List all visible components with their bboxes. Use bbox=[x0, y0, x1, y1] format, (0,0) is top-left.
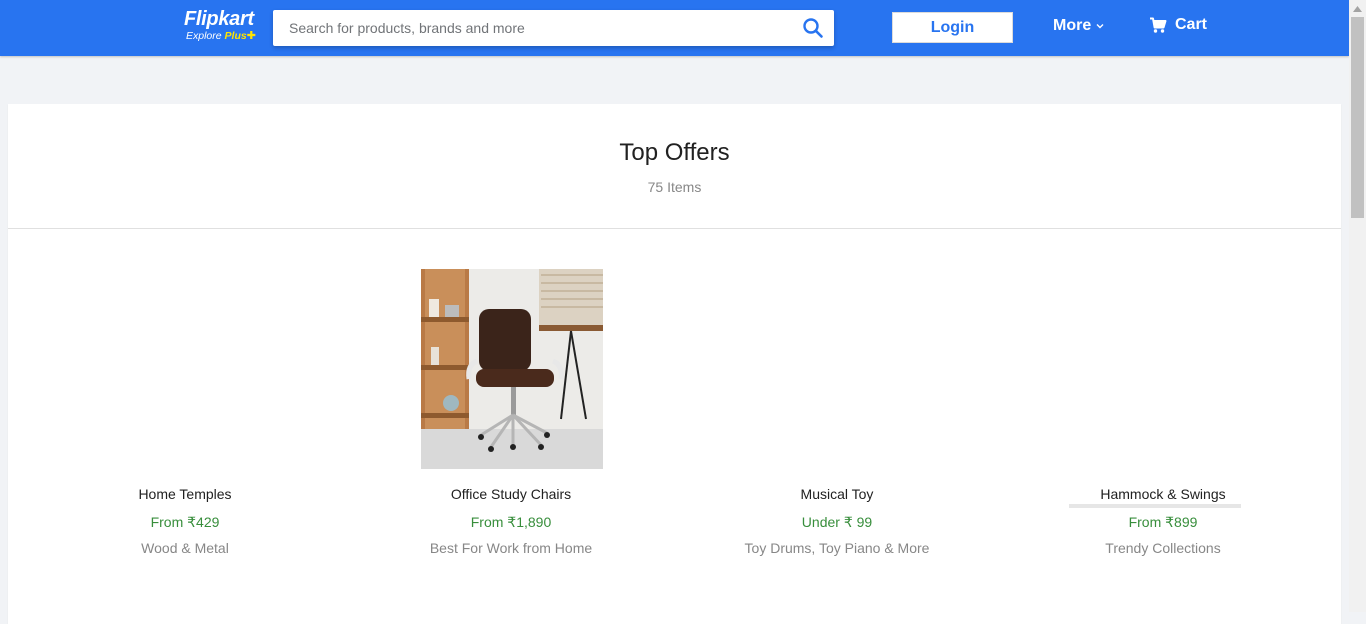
offer-image-placeholder bbox=[746, 269, 928, 469]
offer-name: Hammock & Swings bbox=[1100, 486, 1226, 502]
offer-image-placeholder bbox=[1072, 269, 1254, 469]
offer-image-placeholder bbox=[94, 269, 276, 469]
page-scrollbar[interactable] bbox=[1349, 0, 1366, 612]
scroll-thumb[interactable] bbox=[1351, 17, 1364, 218]
next-row-image-edge bbox=[1069, 504, 1241, 508]
plus-icon: ✚ bbox=[246, 30, 256, 42]
chevron-down-icon bbox=[1096, 24, 1104, 29]
logo-tag-prefix: Explore bbox=[186, 30, 222, 42]
offers-header: Top Offers 75 Items bbox=[8, 104, 1341, 229]
arrow-up-icon bbox=[1353, 5, 1362, 12]
offer-price: From ₹429 bbox=[150, 514, 220, 530]
more-menu[interactable]: More bbox=[1053, 17, 1105, 35]
cart-label: Cart bbox=[1175, 16, 1208, 33]
offers-count: 75 Items bbox=[647, 179, 702, 195]
search-button[interactable] bbox=[802, 17, 824, 39]
offer-name: Office Study Chairs bbox=[450, 486, 572, 502]
search-input[interactable] bbox=[273, 10, 773, 46]
offer-price: Under ₹ 99 bbox=[801, 514, 873, 530]
search-icon bbox=[803, 18, 823, 38]
offer-subtitle: Best For Work from Home bbox=[429, 540, 593, 556]
offer-name: Home Temples bbox=[138, 486, 232, 502]
top-offers-panel: Top Offers 75 Items Home Temples From ₹4… bbox=[8, 104, 1341, 624]
offer-subtitle: Toy Drums, Toy Piano & More bbox=[744, 540, 930, 556]
top-header: Flipkart Explore Plus✚ Login More Cart bbox=[0, 0, 1349, 56]
offer-name: Musical Toy bbox=[800, 486, 874, 502]
offer-price: From ₹899 bbox=[1128, 514, 1198, 530]
more-label: More bbox=[1053, 17, 1092, 34]
login-button[interactable]: Login bbox=[892, 12, 1013, 43]
offer-subtitle: Trendy Collections bbox=[1105, 540, 1221, 556]
offers-title: Top Offers bbox=[619, 139, 730, 166]
offer-subtitle: Wood & Metal bbox=[141, 540, 229, 556]
flipkart-logo[interactable]: Flipkart Explore Plus✚ bbox=[184, 8, 264, 48]
offer-price: From ₹1,890 bbox=[470, 514, 552, 530]
logo-tagline: Explore Plus✚ bbox=[186, 30, 264, 42]
search-bar bbox=[273, 10, 834, 46]
office-chair-image bbox=[421, 269, 603, 469]
cart-link[interactable]: Cart bbox=[1149, 16, 1207, 34]
cart-icon bbox=[1150, 17, 1167, 33]
offers-grid: Home Temples From ₹429 Wood & Metal Offi… bbox=[8, 229, 1341, 609]
scroll-up-arrow[interactable] bbox=[1349, 0, 1366, 17]
logo-wordmark: Flipkart bbox=[184, 8, 254, 30]
logo-tag-plus: Plus bbox=[224, 30, 247, 42]
